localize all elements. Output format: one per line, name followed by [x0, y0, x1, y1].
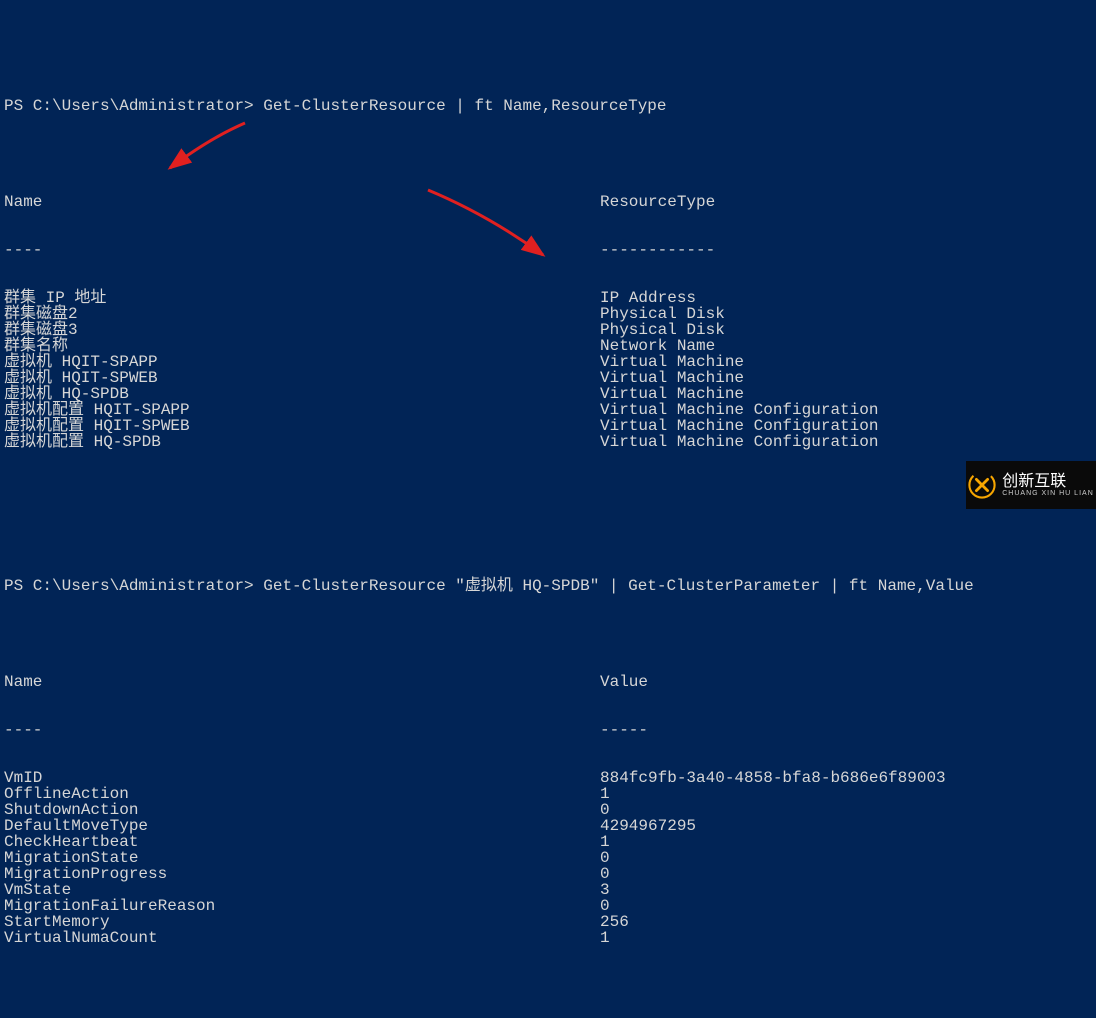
cell-name: 虚拟机 HQ-SPDB — [4, 386, 600, 402]
cell-value: 1 — [600, 834, 610, 850]
table-row: 虚拟机 HQ-SPDBVirtual Machine — [4, 386, 1096, 402]
cell-type: Physical Disk — [600, 306, 725, 322]
cell-name: 群集磁盘3 — [4, 322, 600, 338]
col-divider: ---- — [4, 722, 600, 738]
cell-name: 虚拟机 HQIT-SPWEB — [4, 370, 600, 386]
cell-name: 虚拟机配置 HQ-SPDB — [4, 434, 600, 450]
cell-name: VirtualNumaCount — [4, 930, 600, 946]
col-header-name: Name — [4, 674, 600, 690]
cell-name: VmID — [4, 770, 600, 786]
cell-type: Virtual Machine Configuration — [600, 402, 878, 418]
command-text: PS C:\Users\Administrator> Get-ClusterRe… — [4, 97, 667, 115]
cell-name: StartMemory — [4, 914, 600, 930]
table1-header: NameResourceType — [4, 194, 1096, 210]
cell-name: 虚拟机配置 HQIT-SPAPP — [4, 402, 600, 418]
cell-type: Virtual Machine Configuration — [600, 418, 878, 434]
table2-divider: --------- — [4, 722, 1096, 738]
blank-line — [4, 530, 1096, 546]
table2-header: NameValue — [4, 674, 1096, 690]
powershell-terminal[interactable]: PS C:\Users\Administrator> Get-ClusterRe… — [0, 64, 1096, 962]
logo-icon — [968, 471, 996, 499]
table-row: VmState3 — [4, 882, 1096, 898]
cell-name: MigrationProgress — [4, 866, 600, 882]
cell-value: 4294967295 — [600, 818, 696, 834]
cell-value: 1 — [600, 930, 610, 946]
blank-line — [4, 146, 1096, 162]
cell-name: 虚拟机配置 HQIT-SPWEB — [4, 418, 600, 434]
cell-type: Virtual Machine — [600, 386, 744, 402]
cell-name: VmState — [4, 882, 600, 898]
table-row: ShutdownAction0 — [4, 802, 1096, 818]
table-row: 虚拟机 HQIT-SPWEBVirtual Machine — [4, 370, 1096, 386]
command-1: PS C:\Users\Administrator> Get-ClusterRe… — [4, 98, 1096, 114]
table1-divider: ---------------- — [4, 242, 1096, 258]
table-row: DefaultMoveType4294967295 — [4, 818, 1096, 834]
cell-value: 256 — [600, 914, 629, 930]
cell-value: 0 — [600, 866, 610, 882]
table-row: VmID884fc9fb-3a40-4858-bfa8-b686e6f89003 — [4, 770, 1096, 786]
col-divider: ---- — [4, 242, 600, 258]
cell-type: Network Name — [600, 338, 715, 354]
cell-name: 群集 IP 地址 — [4, 290, 600, 306]
watermark-logo: 创新互联 CHUANG XIN HU LIAN — [966, 461, 1096, 509]
cell-value: 884fc9fb-3a40-4858-bfa8-b686e6f89003 — [600, 770, 946, 786]
cell-name: MigrationState — [4, 850, 600, 866]
col-header-type: ResourceType — [600, 194, 715, 210]
table-row: OfflineAction1 — [4, 786, 1096, 802]
table-row: 虚拟机 HQIT-SPAPPVirtual Machine — [4, 354, 1096, 370]
watermark-text: 创新互联 — [1002, 473, 1066, 490]
table-row: 虚拟机配置 HQ-SPDBVirtual Machine Configurati… — [4, 434, 1096, 450]
table-row: StartMemory256 — [4, 914, 1096, 930]
command-2: PS C:\Users\Administrator> Get-ClusterRe… — [4, 578, 1096, 594]
cell-name: 群集磁盘2 — [4, 306, 600, 322]
table-row: MigrationFailureReason0 — [4, 898, 1096, 914]
table-row: VirtualNumaCount1 — [4, 930, 1096, 946]
col-divider: ----- — [600, 722, 648, 738]
cell-value: 0 — [600, 898, 610, 914]
cell-type: Physical Disk — [600, 322, 725, 338]
col-divider: ------------ — [600, 242, 715, 258]
cell-type: Virtual Machine — [600, 370, 744, 386]
table-row: 虚拟机配置 HQIT-SPAPPVirtual Machine Configur… — [4, 402, 1096, 418]
cell-name: OfflineAction — [4, 786, 600, 802]
table-row: MigrationState0 — [4, 850, 1096, 866]
cell-type: IP Address — [600, 290, 696, 306]
table-row: CheckHeartbeat1 — [4, 834, 1096, 850]
cell-type: Virtual Machine Configuration — [600, 434, 878, 450]
cell-value: 1 — [600, 786, 610, 802]
cell-name: MigrationFailureReason — [4, 898, 600, 914]
cell-value: 0 — [600, 802, 610, 818]
table-row: 群集磁盘2Physical Disk — [4, 306, 1096, 322]
cell-name: CheckHeartbeat — [4, 834, 600, 850]
cell-value: 3 — [600, 882, 610, 898]
blank-line — [4, 626, 1096, 642]
cell-type: Virtual Machine — [600, 354, 744, 370]
cell-name: 群集名称 — [4, 338, 600, 354]
cell-name: DefaultMoveType — [4, 818, 600, 834]
table-row: 群集磁盘3Physical Disk — [4, 322, 1096, 338]
blank-line — [4, 482, 1096, 498]
col-header-name: Name — [4, 194, 600, 210]
cell-name: ShutdownAction — [4, 802, 600, 818]
cell-value: 0 — [600, 850, 610, 866]
table-row: 群集 IP 地址IP Address — [4, 290, 1096, 306]
watermark-subtext: CHUANG XIN HU LIAN — [1002, 490, 1094, 497]
table-row: 虚拟机配置 HQIT-SPWEBVirtual Machine Configur… — [4, 418, 1096, 434]
table-row: 群集名称Network Name — [4, 338, 1096, 354]
cell-name: 虚拟机 HQIT-SPAPP — [4, 354, 600, 370]
table-row: MigrationProgress0 — [4, 866, 1096, 882]
command-text: PS C:\Users\Administrator> Get-ClusterRe… — [4, 577, 974, 595]
col-header-value: Value — [600, 674, 648, 690]
